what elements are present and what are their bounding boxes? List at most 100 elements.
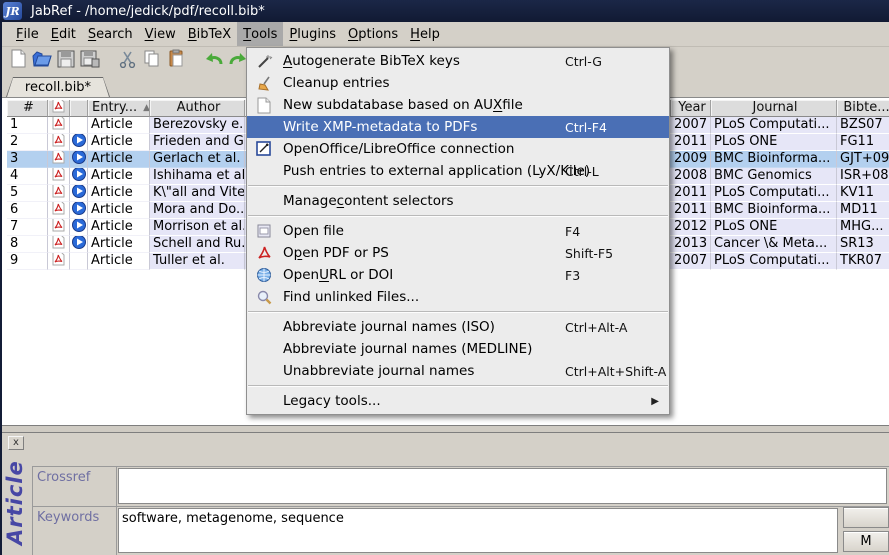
cell-url[interactable] [70,219,88,236]
menu-shortcut: Ctrl-G [565,54,602,69]
new-file-button[interactable] [6,49,30,73]
column-header-key[interactable]: Bibte... [837,100,889,117]
cell-url[interactable] [70,168,88,185]
keywords-input[interactable]: software, metagenome, sequence [118,508,838,553]
cell-year: 2012 [671,219,711,236]
cell-num: 3 [7,151,48,168]
cut-button[interactable] [116,49,140,73]
cell-key: SR13 [837,236,889,253]
field-color-square-icon [39,448,52,461]
cell-pdf[interactable] [48,253,70,270]
menu-item-unabbreviate-journal-names[interactable]: Unabbreviate journal namesCtrl+Alt+Shift… [247,360,669,382]
menubar-item-search[interactable]: Search [82,22,139,46]
cell-url[interactable] [70,185,88,202]
column-header-num[interactable]: # [7,100,48,117]
open-database-button[interactable] [30,49,54,73]
cell-year: 2011 [671,134,711,151]
menu-item-find-unlinked-files[interactable]: Find unlinked Files... [247,286,669,308]
menu-shortcut: Ctrl+Alt+Shift-A [565,364,666,379]
cell-url[interactable] [70,236,88,253]
menu-shortcut: F3 [565,268,580,283]
menu-item-manage-content-selectors[interactable]: Manage content selectors [247,190,669,212]
menu-bar: FileEditSearchViewBibTeXToolsPluginsOpti… [2,22,889,47]
column-header-url[interactable] [70,100,88,117]
cell-entry: Article [88,219,150,236]
field-color-square-icon [51,448,64,461]
menubar-item-options[interactable]: Options [342,22,404,46]
cell-key: ISR+08 [837,168,889,185]
crossref-input[interactable] [118,468,887,504]
cell-url[interactable] [70,134,88,151]
menu-item-open-url-or-doi[interactable]: Open URL or DOIF3 [247,264,669,286]
menubar-item-edit[interactable]: Edit [45,22,82,46]
url-link-icon [72,151,86,168]
save-as-button[interactable] [78,49,102,73]
menubar-item-help[interactable]: Help [404,22,446,46]
pdf-link-icon [52,219,65,236]
cell-entry: Article [88,253,150,270]
column-header-entry[interactable]: Entry...▲ [88,100,150,117]
menu-item-abbreviate-journal-names-medline[interactable]: Abbreviate journal names (MEDLINE) [247,338,669,360]
cell-pdf[interactable] [48,134,70,151]
menu-separator [248,311,668,313]
cell-url [70,117,88,134]
crossref-field-row: Crossref [33,467,889,507]
cell-pdf[interactable] [48,151,70,168]
cell-url[interactable] [70,202,88,219]
cell-num: 4 [7,168,48,185]
save-database-button[interactable] [54,49,78,73]
database-tab[interactable]: recoll.bib* [6,77,110,97]
horizontal-splitter[interactable] [2,425,889,433]
window-title: JabRef - /home/jedick/pdf/recoll.bib* [31,4,265,19]
sort-ascending-icon: ▲ [143,100,150,116]
cell-pdf[interactable] [48,168,70,185]
crossref-field-wrap [117,467,889,506]
url-link-icon [72,185,86,202]
menu-item-open-file[interactable]: Open fileF4 [247,220,669,242]
menubar-item-tools[interactable]: Tools [237,22,283,46]
pdf-icon [255,244,273,262]
column-header-pdf[interactable] [48,100,70,117]
cell-pdf[interactable] [48,236,70,253]
column-header-year[interactable]: Year [671,100,711,117]
menubar-item-bibtex[interactable]: BibTeX [182,22,237,46]
cell-pdf[interactable] [48,219,70,236]
keywords-side-button-1[interactable] [843,507,889,528]
cell-journal: PLoS ONE [711,219,837,236]
cell-pdf[interactable] [48,117,70,134]
editor-tab-inner: Abstract [29,442,53,466]
undo-button[interactable] [202,49,226,73]
menu-item-push-entries-to-external-application-lyx-kile[interactable]: Push entries to external application (Ly… [247,160,669,182]
menubar-item-view[interactable]: View [139,22,182,46]
cell-pdf[interactable] [48,202,70,219]
column-header-journal[interactable]: Journal [711,100,837,117]
paste-button[interactable] [164,49,188,73]
cell-author: Tuller et al. [150,253,245,270]
menubar-item-plugins[interactable]: Plugins [283,22,342,46]
pdf-link-icon [52,253,65,270]
keywords-side-button-2[interactable]: M [843,531,889,552]
menu-separator [248,385,668,387]
cell-entry: Article [88,151,150,168]
menu-separator [248,215,668,217]
editor-tab-label: Optional fields [66,447,160,462]
menu-item-cleanup-entries[interactable]: Cleanup entries [247,72,669,94]
cell-pdf[interactable] [48,185,70,202]
menubar-item-file[interactable]: File [10,22,45,46]
menu-item-abbreviate-journal-names-iso[interactable]: Abbreviate journal names (ISO)Ctrl+Alt-A [247,316,669,338]
cell-year: 2013 [671,236,711,253]
editor-tab-label: BibTeX source [53,447,144,462]
cell-key: TKR07 [837,253,889,270]
copy-icon [143,49,161,72]
menu-item-write-xmp-metadata-to-pdfs[interactable]: Write XMP-metadata to PDFsCtrl-F4 [247,116,669,138]
column-header-author[interactable]: Author [150,100,245,117]
menu-item-open-pdf-or-ps[interactable]: Open PDF or PSShift-F5 [247,242,669,264]
menu-item-new-subdatabase-based-on-aux-file[interactable]: New subdatabase based on AUX file [247,94,669,116]
menu-item-autogenerate-bibtex-keys[interactable]: Autogenerate BibTeX keysCtrl-G [247,50,669,72]
cell-url[interactable] [70,151,88,168]
cell-journal: BMC Bioinforma... [711,202,837,219]
copy-button[interactable] [140,49,164,73]
menu-item-openoffice-libreoffice-connection[interactable]: OpenOffice/LibreOffice connection [247,138,669,160]
menu-item-legacy-tools[interactable]: Legacy tools...▶ [247,390,669,412]
close-editor-button[interactable]: x [8,436,24,450]
